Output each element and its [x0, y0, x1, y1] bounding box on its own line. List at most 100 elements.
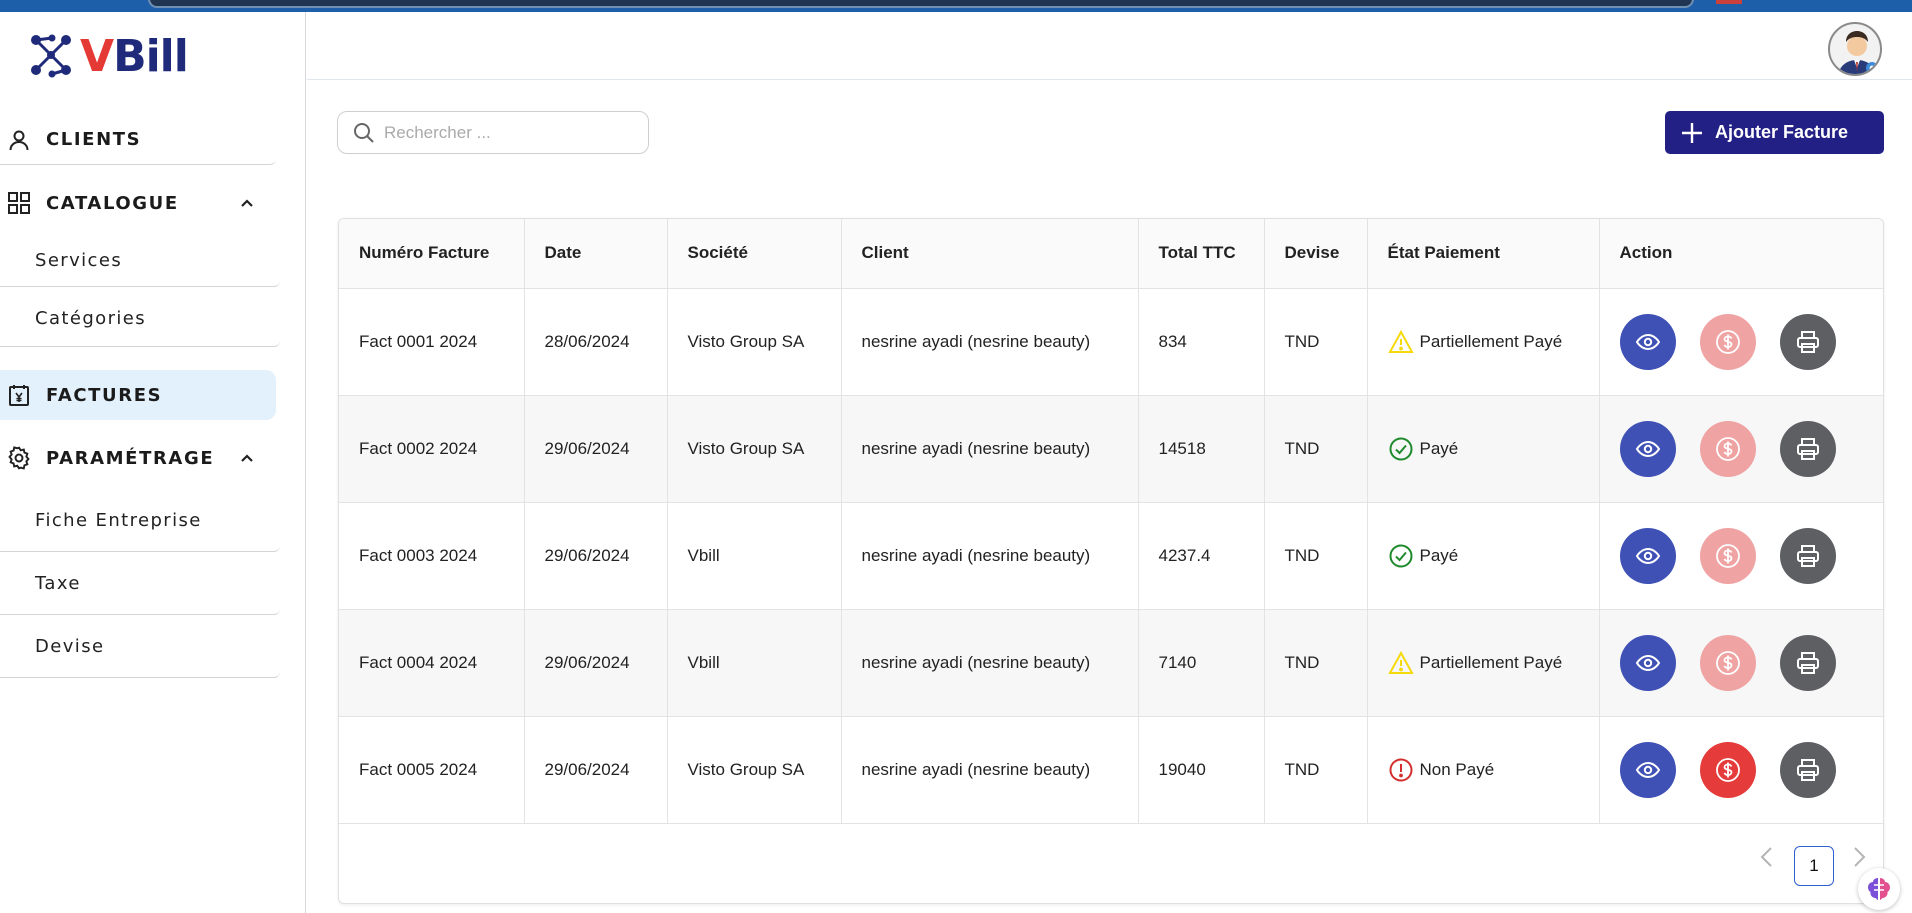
cell-etat: Payé — [1367, 395, 1600, 503]
search-input[interactable] — [384, 122, 634, 143]
cell-devise: TND — [1264, 609, 1368, 717]
cell-etat: Non Payé — [1367, 716, 1600, 824]
browser-top-strip — [0, 0, 1912, 12]
cell-societe: Visto Group SA — [667, 716, 842, 824]
cell-etat: Partiellement Payé — [1367, 288, 1600, 396]
cell-societe: Vbill — [667, 609, 842, 717]
print-button[interactable] — [1779, 527, 1836, 584]
payment-button[interactable] — [1699, 741, 1756, 798]
view-button[interactable] — [1619, 527, 1676, 584]
browser-address-bar[interactable] — [148, 0, 1694, 8]
browser-indicator — [1716, 0, 1742, 4]
sidebar-subitem-label: Catégories — [35, 308, 147, 329]
payment-button[interactable] — [1699, 313, 1756, 370]
view-button[interactable] — [1619, 741, 1676, 798]
invoices-card: Numéro Facture Date Société Client Total… — [338, 218, 1884, 904]
column-header-numero[interactable]: Numéro Facture — [339, 219, 525, 289]
cell-devise: TND — [1264, 502, 1368, 610]
payment-button[interactable] — [1699, 420, 1756, 477]
sidebar-item-label: FACTURES — [46, 384, 163, 406]
cell-societe: Vbill — [667, 502, 842, 610]
sidebar-item-clients[interactable]: CLIENTS — [0, 115, 276, 165]
assistant-launcher[interactable] — [1858, 868, 1900, 910]
add-invoice-label: Ajouter Facture — [1715, 122, 1849, 142]
logo-text: VBill — [80, 30, 189, 82]
add-invoice-button[interactable]: Ajouter Facture — [1665, 111, 1884, 154]
printer-icon — [1796, 544, 1819, 567]
printer-icon — [1796, 758, 1819, 781]
cell-devise: TND — [1264, 716, 1368, 824]
chevron-right-icon[interactable] — [1847, 842, 1871, 872]
status-label: Payé — [1419, 438, 1459, 458]
column-header-date[interactable]: Date — [524, 219, 668, 289]
sidebar-item-parametrage[interactable]: PARAMÉTRAGE — [0, 433, 276, 483]
cell-date: 29/06/2024 — [524, 395, 668, 503]
dollar-circle-icon — [1715, 329, 1740, 354]
cell-numero: Fact 0002 2024 — [339, 395, 525, 503]
dollar-circle-icon — [1715, 757, 1740, 782]
app-logo[interactable]: VBill — [26, 26, 189, 86]
check-circle-icon — [1388, 436, 1414, 462]
print-button[interactable] — [1779, 634, 1836, 691]
column-header-etat[interactable]: État Paiement — [1367, 219, 1600, 289]
cell-numero: Fact 0003 2024 — [339, 502, 525, 610]
check-circle-icon — [1388, 543, 1414, 569]
column-header-action: Action — [1599, 219, 1883, 289]
cell-actions — [1599, 288, 1883, 396]
view-button[interactable] — [1619, 313, 1676, 370]
cell-total: 834 — [1138, 288, 1265, 396]
sidebar-item-catalogue[interactable]: CATALOGUE — [0, 178, 276, 228]
cell-total: 7140 — [1138, 609, 1265, 717]
eye-icon — [1635, 547, 1660, 564]
cell-actions — [1599, 502, 1883, 610]
eye-icon — [1635, 333, 1660, 350]
status-label: Partiellement Payé — [1419, 331, 1563, 351]
printer-icon — [1796, 651, 1819, 674]
page-number-button[interactable]: 1 — [1794, 846, 1834, 886]
status-label: Partiellement Payé — [1419, 652, 1563, 672]
column-header-devise[interactable]: Devise — [1264, 219, 1368, 289]
eye-icon — [1635, 761, 1660, 778]
sidebar-subitem-fiche-entreprise[interactable]: Fiche Entreprise — [0, 490, 280, 552]
print-button[interactable] — [1779, 313, 1836, 370]
column-header-societe[interactable]: Société — [667, 219, 842, 289]
logo-v: V — [80, 30, 114, 82]
printer-icon — [1796, 437, 1819, 460]
view-button[interactable] — [1619, 420, 1676, 477]
column-header-total[interactable]: Total TTC — [1138, 219, 1265, 289]
column-header-client[interactable]: Client — [841, 219, 1139, 289]
view-button[interactable] — [1619, 634, 1676, 691]
chevron-left-icon[interactable] — [1755, 842, 1779, 872]
payment-button[interactable] — [1699, 634, 1756, 691]
cell-date: 29/06/2024 — [524, 609, 668, 717]
table-row: Fact 0005 2024 29/06/2024 Visto Group SA… — [339, 716, 1883, 824]
cell-client: nesrine ayadi (nesrine beauty) — [841, 716, 1139, 824]
sidebar-subitem-categories[interactable]: Catégories — [0, 291, 280, 347]
sidebar-subitem-label: Devise — [35, 635, 105, 657]
cell-date: 29/06/2024 — [524, 716, 668, 824]
avatar[interactable] — [1828, 22, 1882, 76]
search-box[interactable] — [337, 111, 649, 154]
cell-devise: TND — [1264, 288, 1368, 396]
cell-societe: Visto Group SA — [667, 288, 842, 396]
cell-total: 4237.4 — [1138, 502, 1265, 610]
sidebar-item-factures[interactable]: FACTURES — [0, 370, 276, 420]
sidebar-subitem-label: Services — [35, 250, 123, 271]
sidebar-subitem-taxe[interactable]: Taxe — [0, 552, 280, 615]
user-icon — [6, 127, 32, 153]
payment-button[interactable] — [1699, 527, 1756, 584]
sidebar-subitem-services[interactable]: Services — [0, 235, 280, 287]
chevron-up-icon — [241, 454, 253, 462]
print-button[interactable] — [1779, 741, 1836, 798]
sidebar-subitem-label: Fiche Entreprise — [35, 510, 202, 531]
status-label: Payé — [1419, 545, 1459, 565]
sidebar-subitem-devise[interactable]: Devise — [0, 615, 280, 678]
print-button[interactable] — [1779, 420, 1836, 477]
invoices-table: Numéro Facture Date Société Client Total… — [339, 219, 1883, 824]
pagination: 1 — [339, 822, 1883, 903]
printer-icon — [1796, 330, 1819, 353]
cell-client: nesrine ayadi (nesrine beauty) — [841, 502, 1139, 610]
dollar-circle-icon — [1715, 543, 1740, 568]
cell-societe: Visto Group SA — [667, 395, 842, 503]
eye-icon — [1635, 654, 1660, 671]
